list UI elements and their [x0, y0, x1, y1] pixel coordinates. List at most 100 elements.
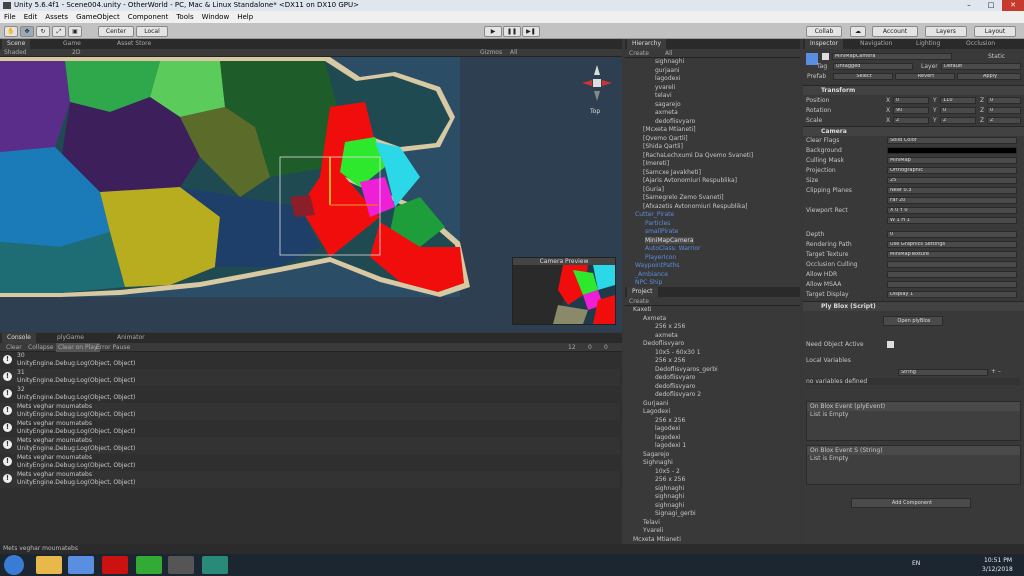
camera-field-value[interactable]: X 0 Y 0 — [887, 207, 1017, 214]
menu-component[interactable]: Component — [124, 11, 173, 23]
camera-field-value[interactable]: Display 1 — [887, 291, 1017, 298]
console-clear-button[interactable]: Clear — [6, 343, 22, 352]
camera-field-value[interactable]: Far 20 — [887, 197, 1017, 204]
project-item[interactable]: Dedoflisvyaros_gerbi — [655, 366, 718, 373]
menu-window[interactable]: Window — [198, 11, 234, 23]
step-button[interactable]: ▶❚ — [522, 26, 540, 37]
hierarchy-item[interactable]: lagodexi — [655, 75, 680, 82]
hierarchy-item[interactable]: Cutter_Pirate — [635, 211, 674, 218]
project-item[interactable]: sighnaghi — [655, 493, 684, 500]
hierarchy-item[interactable]: MiniMapCamera — [645, 236, 694, 244]
prefab-apply-button[interactable]: Apply — [957, 73, 1021, 80]
project-item[interactable]: Signagi_gerbi — [655, 510, 696, 517]
hierarchy-item[interactable]: NPC Ship — [635, 279, 662, 286]
project-item[interactable]: Gurjaani — [643, 400, 668, 407]
rotation-z-field[interactable]: 0 — [987, 107, 1021, 114]
hierarchy-item[interactable]: [Mcxeta Mtianeti] — [643, 126, 696, 133]
scale-y-field[interactable]: 2 — [940, 117, 976, 124]
play-button[interactable]: ▶ — [484, 26, 502, 37]
project-item[interactable]: lagodexi — [655, 434, 680, 441]
tab-lighting[interactable]: Lighting — [911, 39, 945, 49]
camera-field-value[interactable]: 0 — [887, 231, 1017, 238]
console-clear-on-play-button[interactable]: Clear on Play — [56, 343, 100, 352]
object-name-field[interactable]: MiniMapCamera — [832, 53, 952, 60]
project-item[interactable]: 256 x 256 — [655, 323, 685, 330]
menu-edit[interactable]: Edit — [20, 11, 42, 23]
project-item[interactable]: Mcxeta Mtianeti — [633, 536, 681, 543]
tag-dropdown[interactable]: Untagged — [833, 63, 913, 70]
cloud-icon[interactable]: ☁ — [850, 26, 866, 37]
hierarchy-item[interactable]: smallPirate — [645, 228, 678, 235]
camera-field-value[interactable]: MiniMap — [887, 157, 1017, 164]
add-component-button[interactable]: Add Component — [851, 498, 971, 508]
project-create-button[interactable]: Create — [629, 297, 649, 306]
position-z-field[interactable]: 0 — [987, 97, 1021, 104]
scale-tool-icon[interactable]: ⤢ — [52, 26, 66, 37]
console-collapse-button[interactable]: Collapse — [28, 343, 54, 352]
static-toggle[interactable]: Static — [988, 53, 1005, 60]
hierarchy-item[interactable]: sighnaghi — [655, 58, 684, 65]
console-log-list[interactable]: ! 30 UnityEngine.Debug:Log(Object, Object)… — [0, 352, 622, 544]
transform-section-header[interactable]: Transform — [803, 85, 1024, 95]
console-row[interactable]: ! Mets veghar moumatebs UnityEngine.Debug:… — [0, 454, 620, 471]
camera-field-value[interactable] — [887, 281, 1017, 288]
add-variable-button[interactable]: + – — [991, 368, 1001, 375]
scale-z-field[interactable]: 2 — [987, 117, 1021, 124]
hierarchy-search[interactable]: All — [665, 49, 672, 58]
console-error-pause-button[interactable]: Error Pause — [96, 343, 130, 352]
gizmos-dropdown[interactable]: Gizmos — [480, 48, 502, 57]
console-row[interactable]: ! Mets veghar moumatebs UnityEngine.Debug:… — [0, 437, 620, 454]
position-x-field[interactable]: 0 — [893, 97, 929, 104]
hierarchy-item[interactable]: axmeta — [655, 109, 678, 116]
tab-inspector[interactable]: Inspector — [805, 39, 843, 49]
pause-button[interactable]: ❚❚ — [503, 26, 521, 37]
menu-tools[interactable]: Tools — [172, 11, 197, 23]
hierarchy-item[interactable]: WaypointPaths — [635, 262, 679, 269]
hierarchy-item[interactable]: Particles — [645, 220, 670, 227]
project-item[interactable]: Telavi — [643, 519, 660, 526]
project-item[interactable]: dedoflisvyaro — [655, 374, 695, 381]
hierarchy-item[interactable]: sagarejo — [655, 101, 681, 108]
error-count[interactable]: 0 — [604, 343, 608, 352]
mode-2d-toggle[interactable]: 2D — [72, 48, 80, 57]
project-item[interactable]: 10x5 - 60x30 1 — [655, 349, 701, 356]
collab-button[interactable]: Collab — [806, 26, 842, 37]
move-tool-icon[interactable]: ✥ — [20, 26, 34, 37]
camera-field-value[interactable]: MiniMapTexture — [887, 251, 1017, 258]
camera-field-value[interactable]: Solid Color — [887, 137, 1017, 144]
project-item[interactable]: 256 x 256 — [655, 476, 685, 483]
layer-dropdown[interactable]: Default — [941, 63, 1021, 70]
project-item[interactable]: Lagodexi — [643, 408, 670, 415]
rect-tool-icon[interactable]: ▣ — [68, 26, 82, 37]
project-item[interactable]: lagodexi 1 — [655, 442, 686, 449]
project-item[interactable]: 10x5 - 2 — [655, 468, 680, 475]
camera-field-value[interactable] — [887, 261, 1017, 268]
pivot-center-button[interactable]: Center — [98, 26, 134, 37]
console-row[interactable]: ! Mets veghar moumatebs UnityEngine.Debug:… — [0, 420, 620, 437]
shading-dropdown[interactable]: Shaded — [4, 48, 27, 57]
tab-hierarchy[interactable]: Hierarchy — [627, 39, 667, 49]
hierarchy-item[interactable]: [Ajaris Avtonomiuri Respublika] — [643, 177, 737, 184]
active-checkbox[interactable] — [822, 53, 829, 60]
hierarchy-create-button[interactable]: Create — [629, 49, 649, 58]
console-row[interactable]: ! Mets veghar moumatebs UnityEngine.Debug:… — [0, 471, 620, 488]
camera-field-value[interactable]: 25 — [887, 177, 1017, 184]
scene-search[interactable]: All — [510, 48, 517, 57]
camera-field-value[interactable] — [887, 271, 1017, 278]
warning-count[interactable]: 0 — [588, 343, 592, 352]
console-row[interactable]: ! Mets veghar moumatebs UnityEngine.Debug:… — [0, 403, 620, 420]
log-count[interactable]: 12 — [568, 343, 576, 352]
hierarchy-item[interactable]: telavi — [655, 92, 672, 99]
project-item[interactable]: Sighnaghi — [643, 459, 673, 466]
hierarchy-item[interactable]: gurjaani — [655, 67, 680, 74]
close-button[interactable]: ✕ — [1002, 0, 1024, 11]
chrome-icon[interactable] — [136, 556, 162, 574]
need-object-active-checkbox[interactable] — [887, 341, 894, 348]
hierarchy-item[interactable]: [Imereti] — [643, 160, 669, 167]
hand-tool-icon[interactable]: ✋ — [4, 26, 18, 37]
project-item[interactable]: sighnaghi — [655, 485, 684, 492]
clock-date[interactable]: 3/12/2018 — [982, 566, 1013, 573]
menu-file[interactable]: File — [0, 11, 20, 23]
scale-x-field[interactable]: 2 — [893, 117, 929, 124]
camera-field-value[interactable]: W 1 H 1 — [887, 217, 1017, 224]
